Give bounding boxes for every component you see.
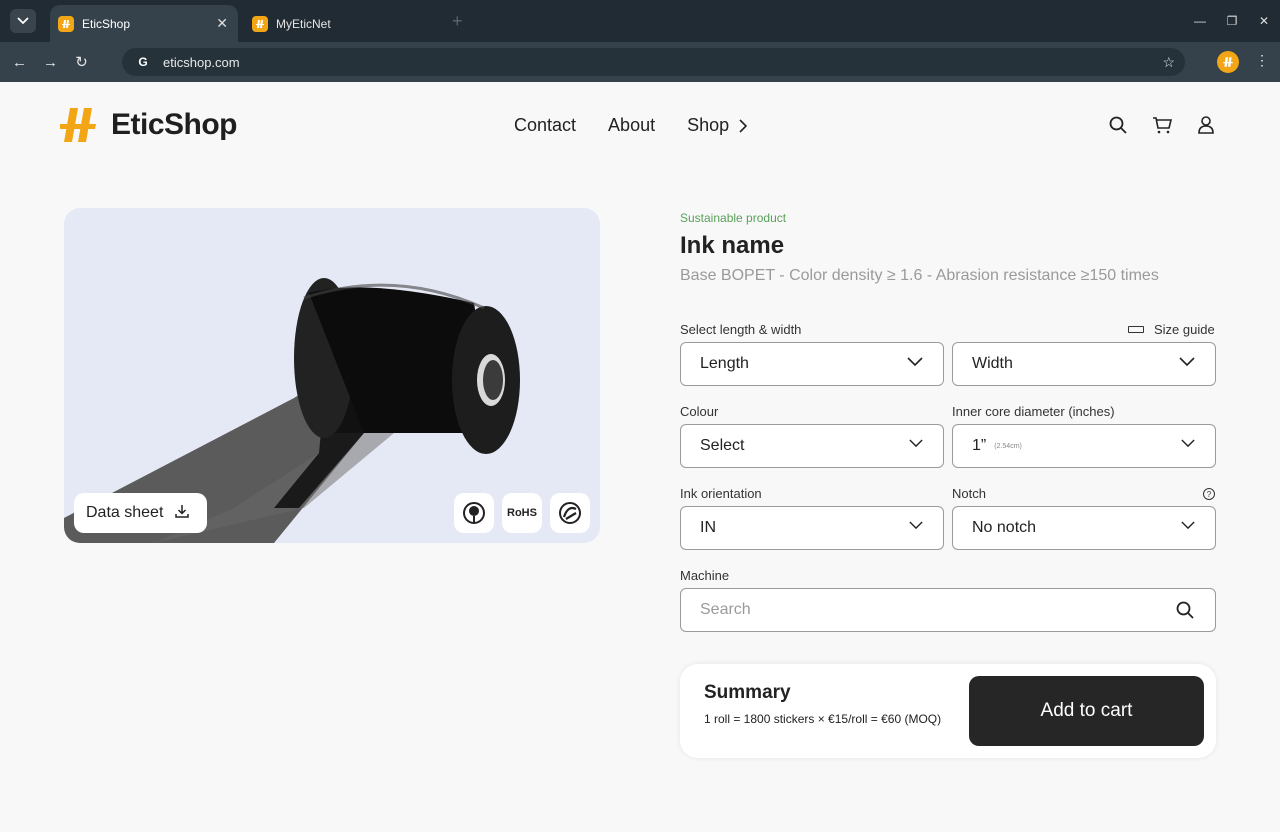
rohs-badge: RoHS [502, 493, 542, 533]
ink-orientation-value: IN [700, 519, 716, 536]
length-value: Length [700, 355, 749, 372]
browser-tabbar: EticShop ✕ MyEticNet + — ❐ ✕ [0, 0, 1280, 42]
machine-search-input[interactable]: Search [680, 588, 1216, 632]
new-tab-icon[interactable]: + [452, 11, 463, 32]
product-description: Base BOPET - Color density ≥ 1.6 - Abras… [680, 267, 1159, 284]
size-guide-label: Size guide [1154, 322, 1215, 337]
bookmark-star-icon[interactable]: ☆ [1162, 54, 1175, 71]
back-icon[interactable]: ← [4, 54, 35, 71]
core-diameter-value: 1” [972, 437, 987, 454]
tab-title: MyEticNet [276, 16, 331, 31]
sustainable-tag: Sustainable product [680, 211, 787, 225]
data-sheet-label: Data sheet [86, 504, 164, 521]
address-bar[interactable]: G eticshop.com ☆ [122, 48, 1185, 76]
search-icon[interactable] [1108, 115, 1128, 135]
certification-badge-3 [550, 493, 590, 533]
chevron-down-icon [1181, 439, 1195, 448]
cart-icon[interactable] [1152, 115, 1172, 135]
forward-icon[interactable]: → [35, 54, 66, 71]
search-icon [1176, 601, 1194, 619]
browser-tab-eticshop[interactable]: EticShop ✕ [50, 5, 238, 42]
nav-contact[interactable]: Contact [514, 115, 576, 136]
header-icons [1108, 115, 1216, 135]
browser-toolbar: ← → ↻ G eticshop.com ☆ ⋮ [0, 42, 1280, 82]
core-diameter-cm: (2.54cm) [994, 442, 1022, 450]
tab-search-button[interactable] [10, 9, 36, 33]
nav-shop[interactable]: Shop [687, 115, 729, 136]
colour-label: Colour [680, 404, 719, 419]
nav-about[interactable]: About [608, 115, 655, 136]
summary-title: Summary [704, 682, 791, 703]
chevron-down-icon [909, 439, 923, 448]
eco-cert-icon [463, 502, 485, 524]
colour-select[interactable]: Select [680, 424, 944, 468]
chevron-down-icon [17, 17, 29, 25]
product-name: Ink name [680, 232, 785, 259]
width-value: Width [972, 355, 1013, 372]
eticshop-logo-icon [60, 108, 96, 142]
close-tab-icon[interactable]: ✕ [216, 15, 228, 32]
account-icon[interactable] [1196, 115, 1216, 135]
reload-icon[interactable]: ↻ [66, 53, 97, 71]
browser-menu-icon[interactable]: ⋮ [1255, 52, 1269, 69]
extension-icon[interactable] [1217, 51, 1239, 73]
notch-label: Notch [952, 486, 986, 501]
summary-card: Summary 1 roll = 1800 stickers × €15/rol… [680, 664, 1216, 758]
width-select[interactable]: Width [952, 342, 1216, 386]
chevron-down-icon [1181, 521, 1195, 530]
chevron-down-icon [909, 521, 923, 530]
machine-label: Machine [680, 568, 730, 583]
help-icon[interactable]: ? [1203, 488, 1215, 500]
minimize-icon[interactable]: — [1184, 14, 1216, 28]
eticshop-favicon-icon [58, 15, 74, 32]
length-width-label: Select length & width [680, 322, 802, 337]
chevron-down-icon [907, 357, 923, 367]
ruler-icon [1128, 326, 1144, 333]
notch-select[interactable]: No notch [952, 506, 1216, 550]
browser-tab-myeticnet[interactable]: MyEticNet [244, 5, 440, 42]
restore-icon[interactable]: ❐ [1216, 14, 1248, 28]
core-diameter-label: Inner core diameter (inches) [952, 404, 1115, 419]
core-diameter-select[interactable]: 1” (2.54cm) [952, 424, 1216, 468]
tab-title: EticShop [82, 16, 131, 31]
brand-name: EticShop [111, 108, 238, 141]
brand-logo[interactable]: EticShop [60, 106, 238, 144]
data-sheet-button[interactable]: Data sheet [74, 493, 207, 533]
page: EticShop Contact About Shop Data sheet R… [0, 82, 1280, 832]
certification-badge-1 [454, 493, 494, 533]
ink-orientation-select[interactable]: IN [680, 506, 944, 550]
close-window-icon[interactable]: ✕ [1248, 14, 1280, 28]
myeticnet-favicon-icon [252, 15, 268, 32]
colour-value: Select [700, 437, 745, 454]
url-text: eticshop.com [163, 54, 240, 70]
length-select[interactable]: Length [680, 342, 944, 386]
main-nav: Contact About Shop [514, 115, 748, 136]
machine-search-placeholder: Search [700, 601, 751, 618]
ink-orientation-label: Ink orientation [680, 486, 762, 501]
window-controls: — ❐ ✕ [1184, 0, 1280, 42]
add-to-cart-button[interactable]: Add to cart [969, 676, 1204, 746]
recycle-cert-icon [559, 502, 581, 524]
notch-value: No notch [972, 519, 1037, 536]
chevron-down-icon [1179, 357, 1195, 367]
chevron-right-icon[interactable] [739, 118, 748, 133]
download-icon [175, 504, 190, 523]
size-guide-link[interactable]: Size guide [1128, 322, 1215, 337]
summary-text: 1 roll = 1800 stickers × €15/roll = €60 … [704, 712, 942, 726]
google-icon: G [138, 55, 148, 69]
